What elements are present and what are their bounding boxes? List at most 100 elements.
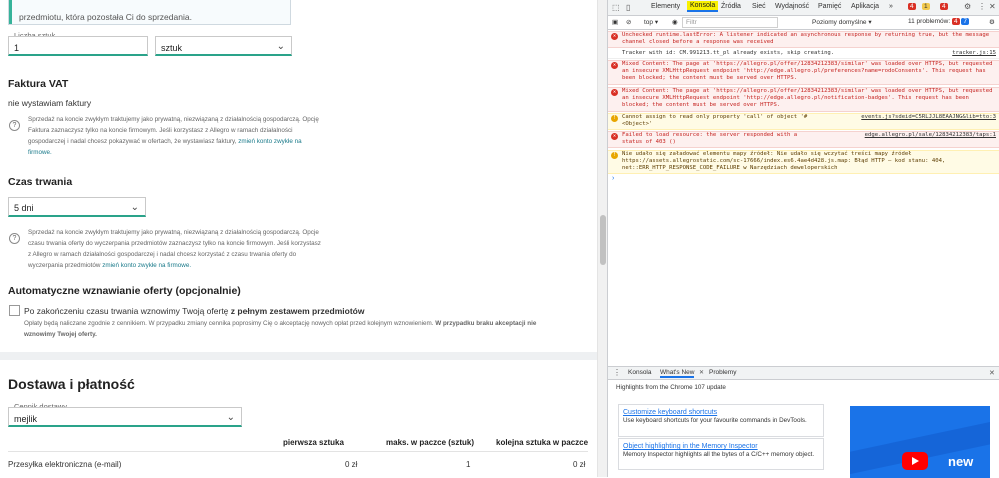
duration-value: 5 dni — [14, 203, 34, 213]
warning-icon: ! — [611, 115, 618, 122]
devtools-tabbar: ⬚ ▯ Elementy Konsola Źródła Sieć Wydajno… — [608, 0, 999, 16]
renew-note-text: Opłaty będą naliczane zgodnie z cennikie… — [24, 320, 434, 327]
update-video-thumbnail[interactable]: new — [850, 406, 990, 478]
drawer-tab-whats-new[interactable]: What's New — [660, 369, 695, 378]
console-message: ✕ Mixed Content: The page at 'https://al… — [608, 60, 999, 85]
drawer-menu-icon[interactable]: ⋮ — [613, 368, 621, 377]
quantity-value: 1 — [14, 43, 20, 53]
filter-placeholder: Filtr — [686, 19, 697, 26]
feature-title[interactable]: Customize keyboard shortcuts — [623, 408, 819, 417]
duration-title: Czas trwania — [8, 176, 73, 188]
close-drawer-icon[interactable]: ✕ — [989, 369, 995, 377]
console-prompt[interactable]: › — [612, 175, 614, 182]
error-icon: ✕ — [611, 62, 618, 69]
issues-info-badge: 7 — [961, 18, 970, 25]
devtools-panel: ⬚ ▯ Elementy Konsola Źródła Sieć Wydajno… — [607, 0, 999, 478]
delivery-first-price: 0 zł — [345, 460, 358, 469]
renew-checkbox[interactable] — [9, 305, 20, 316]
duration-select[interactable]: 5 dni ⌄ — [8, 197, 146, 217]
youtube-play-icon[interactable] — [902, 452, 928, 470]
vat-info-line: firmowe. — [28, 147, 328, 158]
feature-desc: Use keyboard shortcuts for your favourit… — [623, 417, 807, 424]
sidebar-toggle-icon[interactable]: ▣ — [612, 18, 618, 26]
levels-select[interactable]: Poziomy domyślne ▾ — [812, 18, 872, 26]
warning-icon: ! — [611, 152, 618, 159]
whats-new-heading: Highlights from the Chrome 107 update — [616, 384, 726, 391]
console-message: ! Cannot assign to read only property 'c… — [608, 113, 999, 130]
console-message: ! Nie udało się załadować elementu mapy … — [608, 150, 999, 174]
tab-sources[interactable]: Źródła — [721, 3, 741, 10]
col-header-first: pierwsza sztuka — [283, 438, 344, 447]
renew-title: Automatyczne wznawianie oferty (opcjonal… — [8, 285, 241, 297]
vat-info-line: Sprzedaż na koncie zwykłym traktujemy ja… — [28, 116, 319, 123]
delivery-title: Dostawa i płatność — [8, 376, 135, 392]
renew-checkbox-label[interactable]: Po zakończeniu czasu trwania wznowimy Tw… — [24, 306, 364, 316]
tab-elements[interactable]: Elementy — [651, 3, 680, 10]
chevron-down-icon: ⌄ — [130, 202, 139, 213]
source-link[interactable]: events.js?sdeid=C5RLJJL8EAAJNG&lib=tto:3 — [861, 114, 996, 121]
console-message: ✕ Mixed Content: The page at 'https://al… — [608, 87, 999, 112]
gear-icon[interactable]: ⚙ — [964, 2, 971, 11]
drawer-tabbar: ⋮ Konsola What's New ✕ Problemy ✕ — [608, 367, 999, 380]
renew-note: Opłaty będą naliczane zgodnie z cennikie… — [24, 318, 584, 340]
devtools-drawer: ⋮ Konsola What's New ✕ Problemy ✕ Highli… — [608, 366, 999, 478]
error-icon: ✕ — [611, 33, 618, 40]
delivery-name: Przesyłka elektroniczna (e-mail) — [8, 460, 122, 469]
inspect-icon[interactable]: ⬚ — [612, 3, 620, 12]
console-message: ✕ Unchecked runtime.lastError: A listene… — [608, 31, 999, 48]
issues-err-badge: 4 — [951, 18, 960, 25]
drawer-tab-issues[interactable]: Problemy — [709, 369, 736, 376]
issues-button[interactable]: 11 problemów: 4 7 — [908, 18, 970, 25]
filter-input[interactable]: Filtr — [682, 17, 778, 28]
col-header-next: kolejna sztuka w paczce — [496, 438, 589, 447]
warning-count-badge[interactable]: 1 — [922, 3, 930, 10]
issues-count-badge[interactable]: 4 — [940, 3, 948, 10]
duration-info-line: z Allegro w ramach działalności gospodar… — [28, 251, 297, 258]
renew-note-bold: wznowimy Twojej oferty. — [24, 331, 97, 338]
more-tabs[interactable]: » — [889, 3, 893, 10]
clear-console-icon[interactable]: ⊘ — [626, 18, 631, 26]
unit-value: sztuk — [161, 43, 183, 53]
duration-info-line: Sprzedaż na koncie zwykłym traktujemy ja… — [28, 229, 319, 236]
device-toolbar-icon[interactable]: ▯ — [626, 3, 630, 12]
change-account-link-cont[interactable]: firmowe. — [28, 149, 52, 156]
console-message: Tracker with id: CM.991213.tt_pl already… — [608, 50, 999, 59]
pricelist-select[interactable]: mejlik ⌄ — [8, 407, 242, 427]
tab-performance[interactable]: Wydajność — [775, 3, 809, 10]
tab-network[interactable]: Sieć — [752, 3, 766, 10]
console-settings-gear-icon[interactable]: ⚙ — [989, 18, 995, 26]
source-link[interactable]: edge.allegro.pl/sale/12834212383/taps:1 — [865, 132, 996, 139]
vat-info: Sprzedaż na koncie zwykłym traktujemy ja… — [28, 114, 328, 158]
kebab-menu-icon[interactable]: ⋮ — [978, 2, 986, 11]
context-select[interactable]: top ▾ — [644, 18, 658, 26]
chevron-down-icon: ⌄ — [276, 41, 285, 52]
delivery-max-count: 1 — [466, 460, 471, 469]
vat-info-line: gospodarczej i nadal chcesz pokazywać w … — [28, 138, 302, 145]
source-link[interactable]: tracker.js:15 — [952, 50, 996, 57]
feature-title[interactable]: Object highlighting in the Memory Inspec… — [623, 442, 819, 451]
page-scrollbar[interactable] — [597, 0, 607, 477]
video-label: new — [948, 454, 974, 469]
feature-desc: Memory Inspector highlights all the byte… — [623, 451, 815, 458]
tab-application[interactable]: Aplikacja — [851, 3, 879, 10]
pricelist-value: mejlik — [14, 414, 38, 424]
eye-icon[interactable]: ◉ — [672, 18, 678, 26]
unit-select[interactable]: sztuk ⌄ — [155, 36, 292, 56]
tab-console[interactable]: Konsola — [687, 1, 719, 12]
feature-card[interactable]: Object highlighting in the Memory Inspec… — [618, 438, 824, 470]
close-tab-icon[interactable]: ✕ — [699, 369, 704, 376]
vat-title: Faktura VAT — [8, 78, 69, 90]
error-count-badge[interactable]: 4 — [908, 3, 916, 10]
info-note-text: przedmiotu, która pozostała Ci do sprzed… — [19, 12, 192, 22]
error-icon: ✕ — [611, 89, 618, 96]
drawer-tab-console[interactable]: Konsola — [628, 369, 652, 376]
change-account-link[interactable]: zmień konto zwykłe na firmowe. — [102, 262, 191, 269]
col-header-max: maks. w paczce (sztuk) — [386, 438, 475, 447]
feature-card[interactable]: Customize keyboard shortcuts Use keyboar… — [618, 404, 824, 437]
quantity-input[interactable]: 1 — [8, 36, 148, 56]
renew-note-bold: W przypadku braku akceptacji nie — [435, 320, 537, 327]
close-icon[interactable]: ✕ — [989, 2, 996, 11]
scrollbar-thumb[interactable] — [600, 215, 606, 265]
tab-memory[interactable]: Pamięć — [818, 3, 841, 10]
change-account-link[interactable]: zmień konto zwykłe na — [238, 138, 301, 145]
